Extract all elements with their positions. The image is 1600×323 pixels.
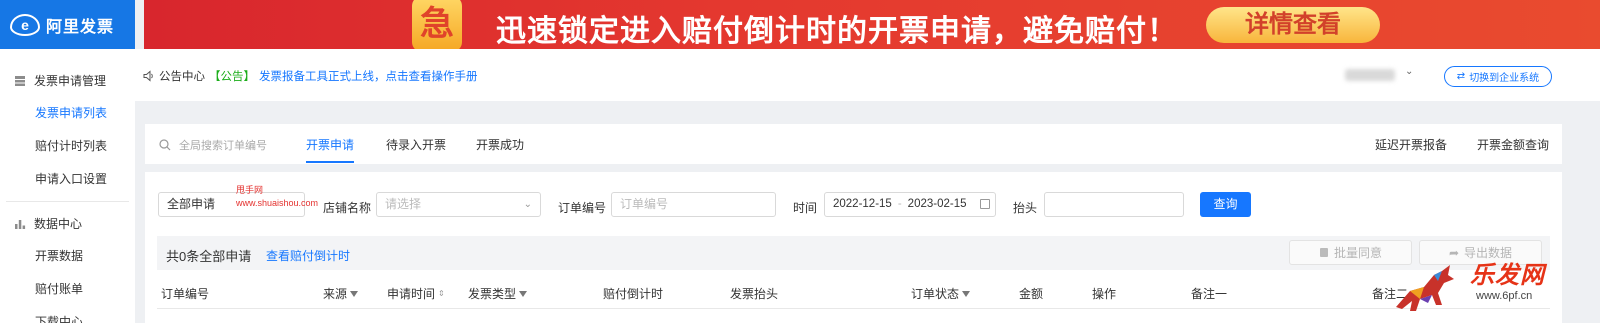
shop-select[interactable]: 请选择 ⌄	[376, 192, 541, 217]
tab-invoice-apply[interactable]: 开票申请	[306, 136, 355, 163]
tab-pending-entry[interactable]: 待录入开票	[386, 136, 446, 153]
sidebar-group-invoice[interactable]: 发票申请管理	[0, 64, 135, 97]
time-label: 时间	[793, 201, 818, 215]
bar-chart-icon	[15, 219, 26, 229]
col-order-no: 订单编号	[161, 285, 209, 302]
col-label: 赔付倒计时	[603, 287, 664, 301]
col-label: 订单编号	[161, 287, 210, 301]
speaker-icon	[143, 70, 155, 82]
switch-enterprise-label: 切换到企业系统	[1469, 73, 1540, 84]
shop-label: 店铺名称	[323, 201, 372, 215]
notice-tag: 【公告】	[209, 71, 255, 83]
query-button[interactable]: 查询	[1200, 192, 1251, 217]
notice-bar: 公告中心 【公告】 发票报备工具正式上线，点击查看操作手册 ⌄ ⇄ 切换到企业系…	[135, 49, 1600, 101]
sidebar: 发票申请管理 发票申请列表 赔付计时列表 申请入口设置 数据中心 开票数据 赔付…	[0, 49, 135, 323]
col-invoice-type[interactable]: 发票类型	[468, 285, 528, 302]
col-label: 来源	[323, 287, 348, 301]
date-end: 2023-02-15	[907, 198, 967, 210]
date-range-picker[interactable]: 2022-12-15-2023-02-15	[824, 192, 996, 217]
total-count: 共0条全部申请	[166, 249, 252, 264]
filter-icon[interactable]	[350, 290, 359, 297]
promo-banner[interactable]: 急 迅速锁定进入赔付倒计时的开票申请，避免赔付！ 详情查看	[144, 0, 1600, 52]
view-countdown-link[interactable]: 查看赔付倒计时	[266, 247, 350, 264]
date-start: 2022-12-15	[833, 198, 892, 210]
col-invoice-title: 发票抬头	[730, 285, 778, 302]
sidebar-item-download-center[interactable]: 下载中心	[0, 306, 135, 323]
watermark: 甩手网 www.shuaishou.com	[236, 184, 318, 210]
chevron-down-icon: ⌄	[523, 199, 532, 210]
notice[interactable]: 公告中心 【公告】 发票报备工具正式上线，点击查看操作手册	[143, 68, 478, 84]
notice-link[interactable]: 发票报备工具正式上线，点击查看操作手册	[259, 68, 478, 84]
sidebar-group-label: 数据中心	[34, 217, 83, 231]
search-input[interactable]: 全局搜索订单编号	[179, 137, 267, 153]
date-separator: -	[897, 198, 902, 210]
horse-logo-icon	[1396, 265, 1454, 311]
calendar-icon	[980, 199, 990, 209]
sidebar-item-invoice-data[interactable]: 开票数据	[0, 240, 135, 273]
sidebar-divider	[6, 201, 129, 202]
title-input[interactable]	[1044, 192, 1184, 217]
col-label: 金额	[1019, 287, 1044, 301]
summary-bar: 共0条全部申请 查看赔付倒计时 批量同意 ➦ 导出数据	[157, 236, 1550, 270]
link-delay-report[interactable]: 延迟开票报备	[1375, 136, 1447, 153]
chevron-down-icon[interactable]: ⌄	[1405, 66, 1413, 77]
filter-icon[interactable]	[962, 290, 971, 297]
col-remark-1: 备注一	[1191, 285, 1227, 302]
col-apply-time[interactable]: 申请时间 ⇕	[387, 285, 445, 302]
title-label: 抬头	[1013, 201, 1038, 215]
batch-agree-label: 批量同意	[1333, 246, 1382, 260]
sidebar-group-data[interactable]: 数据中心	[0, 207, 135, 240]
col-label: 操作	[1092, 287, 1117, 301]
col-order-status[interactable]: 订单状态	[911, 285, 971, 302]
main-panel: 全部申请 甩手网 www.shuaishou.com 店铺名称 请选择 ⌄ 订单…	[145, 172, 1562, 323]
urgent-badge: 急	[412, 0, 462, 52]
sort-icon[interactable]: ⇕	[438, 289, 445, 298]
col-label: 订单状态	[911, 287, 960, 301]
col-action: 操作	[1092, 285, 1116, 302]
logo-name: 阿里发票	[46, 18, 115, 36]
global-search[interactable]: 全局搜索订单编号	[159, 137, 267, 153]
link-amount-query[interactable]: 开票金额查询	[1477, 136, 1549, 153]
filter-icon[interactable]	[519, 290, 528, 297]
list-icon	[15, 75, 25, 86]
tabs-bar: 全局搜索订单编号 开票申请 待录入开票 开票成功 延迟开票报备 开票金额查询	[145, 124, 1562, 164]
switch-enterprise-button[interactable]: ⇄ 切换到企业系统	[1444, 66, 1552, 87]
tab-invoice-success[interactable]: 开票成功	[476, 136, 524, 153]
table-header: 订单编号 来源 申请时间 ⇕ 发票类型 赔付倒计时 发票抬头 订单状态 金额 操作…	[157, 279, 1550, 309]
corner-url: www.6pf.cn	[1476, 290, 1533, 302]
corner-brand: 乐发网	[1470, 262, 1545, 289]
col-source[interactable]: 来源	[323, 285, 359, 302]
order-label: 订单编号	[558, 201, 607, 215]
corner-watermark: 乐发网 www.6pf.cn	[1390, 255, 1600, 323]
col-label: 备注一	[1191, 287, 1228, 301]
banner-detail-button[interactable]: 详情查看	[1206, 7, 1380, 43]
col-amount: 金额	[1019, 285, 1043, 302]
app-logo[interactable]: e 阿里发票	[0, 0, 135, 49]
col-countdown: 赔付倒计时	[603, 285, 663, 302]
swap-icon: ⇄	[1456, 71, 1466, 82]
col-label: 发票抬头	[730, 287, 779, 301]
notice-center-label[interactable]: 公告中心	[159, 68, 205, 84]
user-name-blurred[interactable]	[1345, 69, 1395, 81]
col-label: 发票类型	[468, 287, 517, 301]
sidebar-item-invoice-list[interactable]: 发票申请列表	[0, 97, 135, 130]
search-icon	[159, 139, 171, 151]
banner-message: 迅速锁定进入赔付倒计时的开票申请，避免赔付！	[496, 15, 1178, 48]
shop-select-placeholder: 请选择	[385, 197, 422, 211]
sidebar-item-compensation-timer[interactable]: 赔付计时列表	[0, 130, 135, 163]
watermark-line2: www.shuaishou.com	[236, 198, 319, 208]
order-input[interactable]: 订单编号	[611, 192, 776, 217]
logo-mark-icon: e	[10, 13, 40, 36]
sidebar-item-entry-settings[interactable]: 申请入口设置	[0, 163, 135, 196]
col-label: 申请时间	[387, 287, 436, 301]
sidebar-group-label: 发票申请管理	[34, 74, 107, 88]
clipboard-icon	[1319, 248, 1328, 257]
watermark-line1: 甩手网	[236, 185, 264, 195]
sidebar-item-compensation-bill[interactable]: 赔付账单	[0, 273, 135, 306]
